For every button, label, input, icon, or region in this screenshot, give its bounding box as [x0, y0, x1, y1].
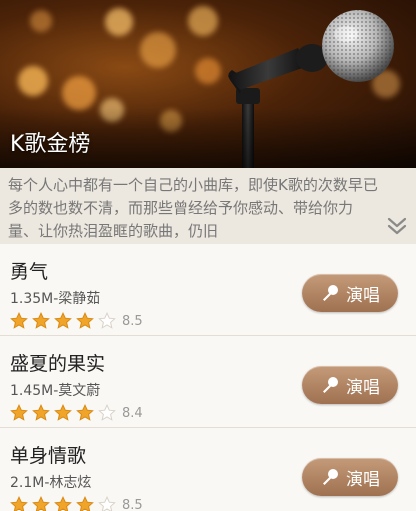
star-filled-icon: [10, 312, 28, 329]
sing-button-label: 演唱: [346, 377, 380, 398]
star-empty-icon: [98, 312, 116, 329]
bokeh-light: [105, 8, 133, 36]
song-row[interactable]: 勇气 1.35M-梁静茹 8.5 演唱: [0, 244, 416, 336]
star-filled-icon: [54, 496, 72, 511]
star-filled-icon: [76, 404, 94, 421]
star-rating: 8.4: [10, 404, 143, 422]
double-chevron-down-icon[interactable]: [386, 216, 408, 236]
star-rating: 8.5: [10, 496, 143, 511]
page-title: K歌金榜: [10, 132, 91, 157]
song-row[interactable]: 盛夏的果实 1.45M-莫文蔚 8.4 演唱: [0, 336, 416, 428]
song-size-artist: 2.1M-林志炫: [10, 475, 92, 491]
star-filled-icon: [32, 496, 50, 511]
sing-button[interactable]: 演唱: [302, 274, 398, 312]
microphone-icon: [323, 285, 338, 301]
sing-button[interactable]: 演唱: [302, 366, 398, 404]
hero-banner: K歌金榜: [0, 0, 416, 168]
sing-button[interactable]: 演唱: [302, 458, 398, 496]
star-filled-icon: [54, 312, 72, 329]
song-title: 盛夏的果实: [10, 353, 106, 375]
star-filled-icon: [32, 404, 50, 421]
microphone-icon: [323, 469, 338, 485]
star-filled-icon: [10, 404, 28, 421]
song-size-artist: 1.35M-梁静茹: [10, 291, 101, 307]
star-filled-icon: [10, 496, 28, 511]
rating-score: 8.5: [122, 497, 143, 511]
star-filled-icon: [76, 496, 94, 511]
sing-button-label: 演唱: [346, 469, 380, 490]
star-rating: 8.5: [10, 312, 143, 330]
song-title: 单身情歌: [10, 445, 87, 467]
star-filled-icon: [32, 312, 50, 329]
star-empty-icon: [98, 404, 116, 421]
microphone-icon: [323, 377, 338, 393]
description-text: 每个人心中都有一个自己的小曲库，即使K歌的次数早已多的数也数不清，而那些曾经给予…: [0, 168, 416, 244]
bokeh-light: [62, 76, 96, 110]
star-filled-icon: [54, 404, 72, 421]
bokeh-light: [18, 66, 48, 96]
star-filled-icon: [76, 312, 94, 329]
sing-button-label: 演唱: [346, 285, 380, 306]
rating-score: 8.5: [122, 313, 143, 329]
bokeh-light: [30, 10, 52, 32]
song-size-artist: 1.45M-莫文蔚: [10, 383, 101, 399]
star-empty-icon: [98, 496, 116, 511]
song-title: 勇气: [10, 261, 49, 283]
bokeh-light: [140, 32, 176, 68]
rating-score: 8.4: [122, 405, 143, 421]
song-list: 勇气 1.35M-梁静茹 8.5 演唱 盛夏的果实 1.45M-莫文蔚 8.4 演唱 单身情歌 2…: [0, 244, 416, 511]
song-row[interactable]: 单身情歌 2.1M-林志炫 8.5 演唱: [0, 428, 416, 511]
